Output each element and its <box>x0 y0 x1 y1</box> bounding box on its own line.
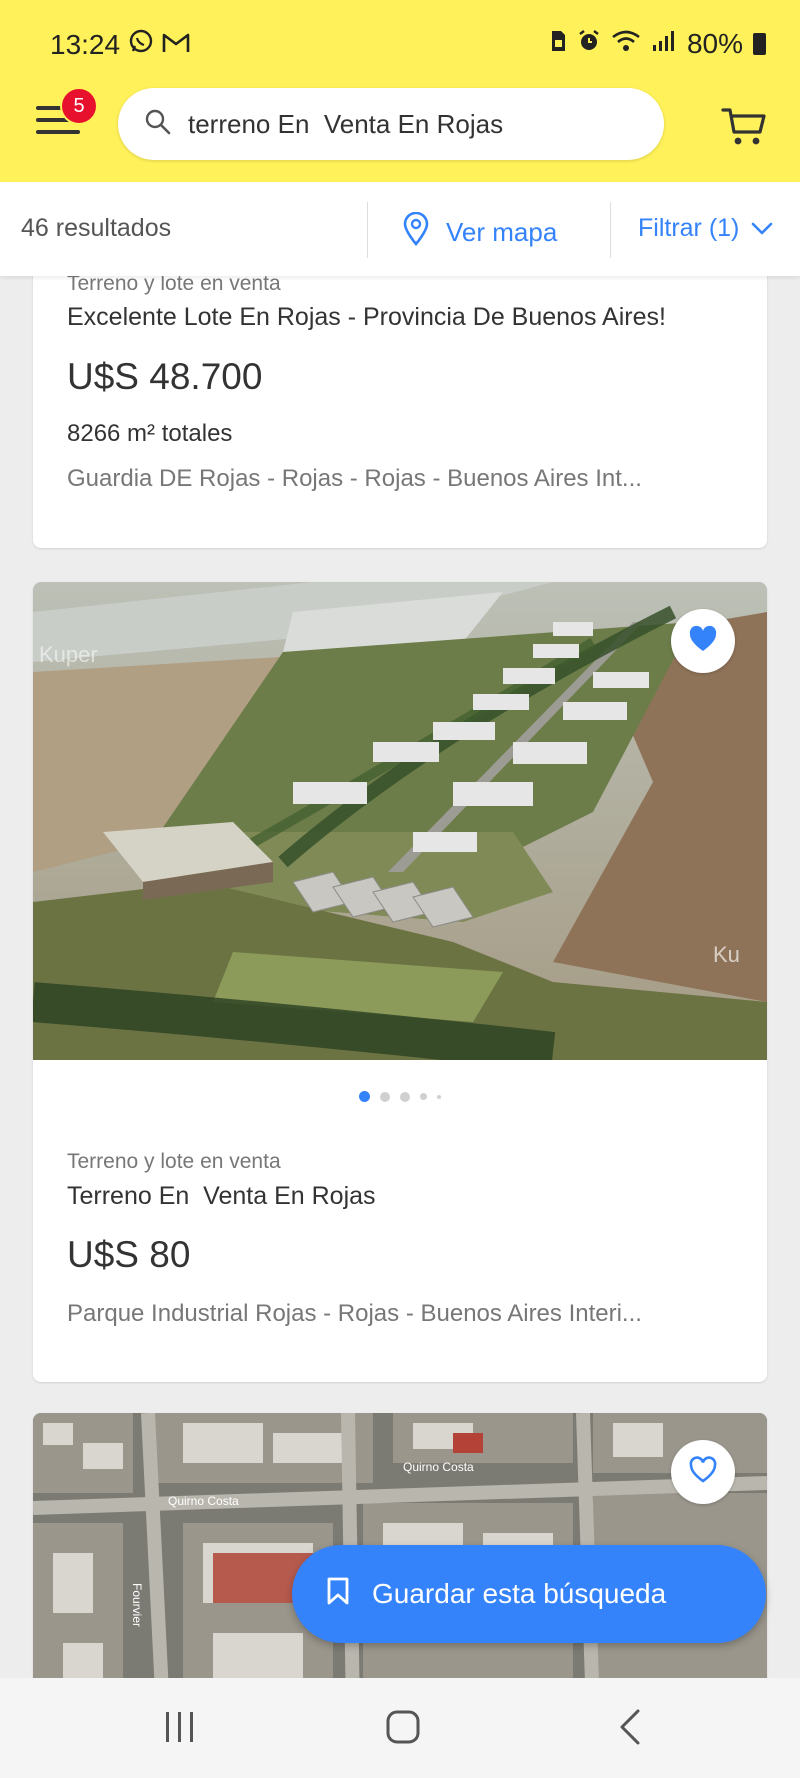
recent-apps-icon <box>162 1710 198 1749</box>
listing-card[interactable]: Terreno y lote en venta Excelente Lote E… <box>33 240 767 548</box>
status-time: 13:24 <box>50 28 121 60</box>
notification-badge: 5 <box>60 87 98 125</box>
search-query-text: terreno En Venta En Rojas <box>188 108 504 139</box>
aerial-render-image: Kuper Ku <box>33 582 767 1060</box>
battery-percent: 80% <box>686 28 743 59</box>
listing-price: U$S 80 <box>67 1234 191 1275</box>
save-search-label: Guardar esta búsqueda <box>372 1578 667 1609</box>
favorite-button[interactable] <box>671 1440 735 1504</box>
listing-area: 8266 m² totales <box>67 420 233 447</box>
listing-title: Excelente Lote En Rojas - Provincia De B… <box>67 303 666 331</box>
results-count: 46 resultados <box>21 214 172 242</box>
status-right-group: 80% <box>549 28 766 60</box>
carousel-dot <box>437 1094 441 1099</box>
search-input[interactable]: terreno En Venta En Rojas <box>118 88 664 160</box>
listing-photo[interactable]: Kuper Ku <box>33 582 767 1060</box>
home-icon <box>384 1708 422 1751</box>
gmail-icon <box>162 29 190 61</box>
whatsapp-icon <box>128 28 154 61</box>
carousel-dot <box>380 1091 390 1102</box>
results-toolbar: 46 resultados Ver mapa Filtrar (1) <box>0 182 800 276</box>
map-street-label: Quirno Costa <box>403 1460 474 1474</box>
toolbar-divider <box>610 202 611 258</box>
app-header: 13:24 80% 5 terreno En Venta En Rojas <box>0 0 800 182</box>
system-nav-bar <box>0 1678 800 1778</box>
menu-icon-bar-3 <box>36 130 80 134</box>
status-time-group: 13:24 <box>50 28 190 61</box>
recent-apps-button[interactable] <box>150 1704 210 1754</box>
search-icon <box>144 108 172 141</box>
listing-category: Terreno y lote en venta <box>67 1150 281 1173</box>
toolbar-divider <box>367 202 368 258</box>
chevron-down-icon <box>751 214 773 243</box>
listing-card[interactable]: Kuper Ku Terreno y lote en venta Terreno… <box>33 582 767 1382</box>
listing-location: Parque Industrial Rojas - Rojas - Buenos… <box>67 1300 642 1327</box>
favorite-button[interactable] <box>671 609 735 673</box>
filter-label: Filtrar (1) <box>638 214 740 242</box>
cart-button[interactable] <box>720 104 768 148</box>
view-map-label: Ver mapa <box>446 217 558 247</box>
location-pin-icon <box>402 211 430 253</box>
bookmark-icon <box>326 1576 350 1613</box>
sim-icon <box>549 28 567 60</box>
view-map-button[interactable]: Ver mapa <box>402 211 558 253</box>
heart-outline-icon <box>688 1455 718 1489</box>
image-watermark-left: Kuper <box>39 642 98 667</box>
map-street-label: Quirno Costa <box>168 1494 239 1508</box>
home-button[interactable] <box>373 1704 433 1754</box>
carousel-dot <box>400 1091 410 1102</box>
filter-button[interactable]: Filtrar (1) <box>638 214 773 243</box>
listing-title: Terreno En Venta En Rojas <box>67 1182 376 1210</box>
image-watermark-right: Ku <box>713 942 740 967</box>
battery-icon <box>753 33 766 55</box>
heart-filled-icon <box>688 625 718 658</box>
back-icon <box>616 1708 644 1751</box>
carousel-dot-active <box>359 1091 370 1102</box>
map-street-label: Fourvier <box>130 1583 144 1627</box>
cart-icon <box>720 108 768 152</box>
listing-price: U$S 48.700 <box>67 356 263 397</box>
signal-icon <box>651 28 677 60</box>
carousel-dot <box>420 1093 427 1100</box>
wifi-icon <box>611 28 641 60</box>
alarm-icon <box>577 28 601 60</box>
back-button[interactable] <box>600 1704 660 1754</box>
listing-location: Guardia DE Rojas - Rojas - Rojas - Bueno… <box>67 465 642 492</box>
status-bar: 13:24 80% <box>0 0 800 88</box>
save-search-button[interactable]: Guardar esta búsqueda <box>292 1545 766 1643</box>
carousel-dots <box>33 1091 767 1102</box>
